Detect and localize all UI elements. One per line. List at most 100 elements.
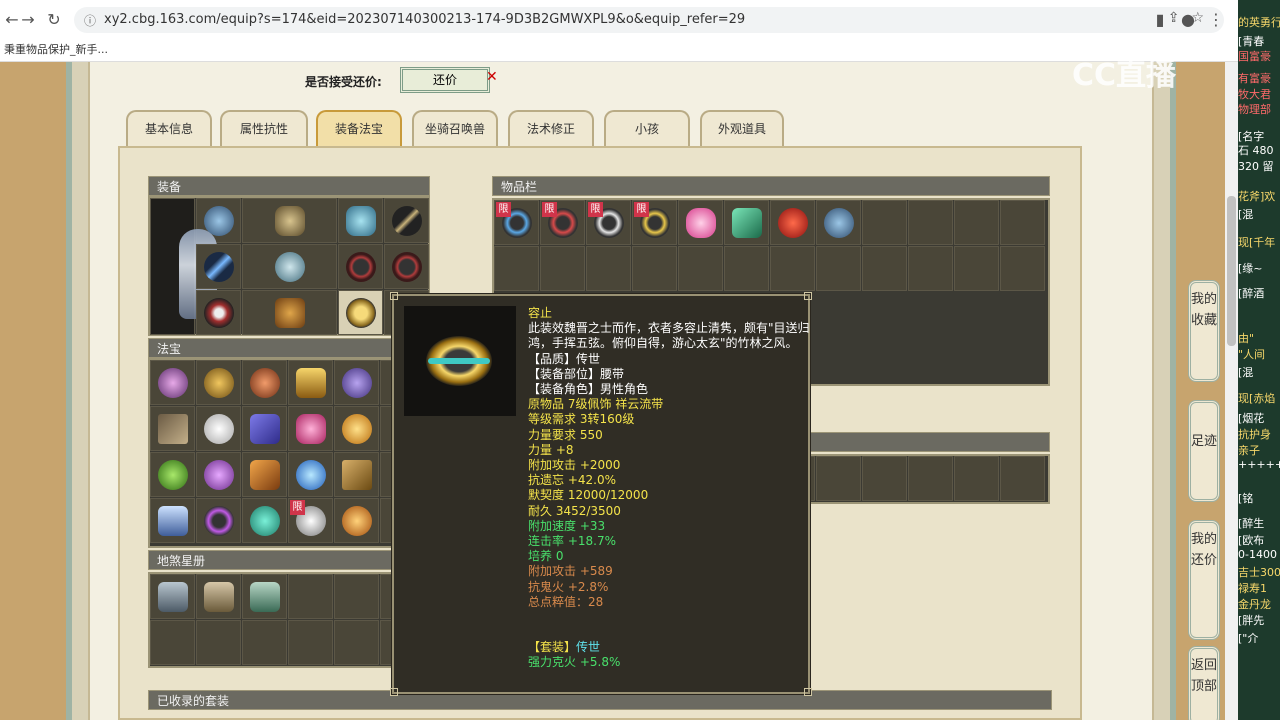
dishaxing-header: 地煞星册 [148,550,430,570]
fabao-item[interactable] [288,452,333,497]
item-anti-forget: 抗遗忘 +42.0% [528,473,616,488]
equip-slot-ring-2[interactable] [384,244,429,289]
inventory-slot-empty[interactable] [816,456,861,501]
close-icon[interactable]: ✕ [486,69,498,85]
fabao-item[interactable] [242,406,287,451]
star-card[interactable] [242,574,287,619]
inventory-slot-empty[interactable] [862,456,907,501]
tab-basic-info[interactable]: 基本信息 [126,110,212,146]
star-card-empty[interactable] [334,574,379,619]
equip-slot-mask[interactable] [338,198,383,243]
fabao-item[interactable] [196,360,241,405]
equip-slot-ring-1[interactable] [338,244,383,289]
inventory-slot-empty[interactable] [862,246,907,291]
inventory-slot-empty[interactable] [908,456,953,501]
forward-arrow-icon[interactable]: → [18,10,38,30]
inventory-slot-empty[interactable] [678,246,723,291]
back-to-top-button[interactable]: 返回顶部 [1188,646,1220,720]
inventory-slot-empty[interactable] [954,456,999,501]
tab-mounts-pets[interactable]: 坐骑召唤兽 [412,110,498,146]
my-bargains-button[interactable]: 我的还价 [1188,520,1220,640]
inventory-slot-empty[interactable] [816,246,861,291]
favorites-button[interactable]: 我的收藏 [1188,280,1220,382]
tab-equipment[interactable]: 装备法宝 [316,110,402,146]
fabao-item[interactable]: 限 [288,498,333,543]
inventory-slot-empty[interactable] [1000,246,1045,291]
tab-spell-modifiers[interactable]: 法术修正 [508,110,594,146]
bargain-button[interactable]: 还价 [400,67,490,93]
chat-line: "人间 [1238,348,1266,361]
star-card-empty[interactable] [334,620,379,665]
star-card[interactable] [196,574,241,619]
star-card-empty[interactable] [150,620,195,665]
equip-slot-belt[interactable] [338,290,383,335]
fabao-item[interactable] [242,452,287,497]
sidebar-toggle-icon[interactable]: ▮ [1150,10,1170,30]
star-card-empty[interactable] [288,574,333,619]
inventory-slot-empty[interactable] [862,200,907,245]
item-quality: 【品质】传世 [528,351,601,366]
inventory-slot-empty[interactable] [954,200,999,245]
fabao-item[interactable] [150,360,195,405]
site-info-icon[interactable]: ⓘ [84,12,96,29]
bookmark-label[interactable]: 秉重物品保护_新手... [4,43,108,56]
equip-slot-necklace[interactable] [242,198,337,243]
fabao-item[interactable] [150,452,195,497]
equip-slot-bow[interactable] [384,198,429,243]
inventory-item[interactable]: 限 [586,200,631,245]
address-bar[interactable]: ⓘ xy2.cbg.163.com/equip?s=174&eid=202307… [74,7,1224,33]
fabao-item[interactable] [196,452,241,497]
scrollbar-thumb[interactable] [1227,196,1236,346]
bookmark-item[interactable]: 秉重物品保护_新手... [0,40,1238,60]
fabao-item[interactable] [196,406,241,451]
fabao-item[interactable] [334,406,379,451]
tab-child[interactable]: 小孩 [604,110,690,146]
inventory-slot-empty[interactable] [770,246,815,291]
fabao-item[interactable] [334,452,379,497]
inventory-slot-empty[interactable] [632,246,677,291]
tab-appearance[interactable]: 外观道具 [700,110,784,146]
star-card[interactable] [150,574,195,619]
inventory-item[interactable]: 限 [632,200,677,245]
url-text[interactable]: xy2.cbg.163.com/equip?s=174&eid=20230714… [104,12,745,27]
fabao-item[interactable] [150,498,195,543]
fabao-item[interactable] [242,498,287,543]
reload-icon[interactable]: ↻ [44,10,64,30]
fabao-item[interactable] [288,406,333,451]
inventory-slot-empty[interactable] [908,200,953,245]
inventory-item[interactable]: 限 [540,200,585,245]
inventory-item[interactable] [770,200,815,245]
fabao-item[interactable] [196,498,241,543]
fabao-item[interactable] [242,360,287,405]
menu-icon[interactable]: ⋮ [1206,10,1226,30]
star-card-empty[interactable] [288,620,333,665]
fabao-item[interactable] [150,406,195,451]
inventory-item[interactable] [724,200,769,245]
equip-slot-ornament[interactable] [196,290,241,335]
profile-icon[interactable]: ● [1178,10,1198,30]
footprints-button[interactable]: 足迹 [1188,400,1220,502]
inventory-slot-empty[interactable] [954,246,999,291]
tab-attributes[interactable]: 属性抗性 [220,110,308,146]
equip-slot-weapon[interactable] [196,244,241,289]
inventory-slot-empty[interactable] [586,246,631,291]
chat-line: [烟花 [1238,412,1265,425]
inventory-slot-empty[interactable] [724,246,769,291]
fabao-item[interactable] [334,360,379,405]
star-card-empty[interactable] [196,620,241,665]
fabao-item[interactable] [288,360,333,405]
scrollbar-track[interactable] [1225,62,1238,720]
star-card-empty[interactable] [242,620,287,665]
fabao-item[interactable] [334,498,379,543]
set-label: 【套装】 [528,640,577,655]
inventory-slot-empty[interactable] [494,246,539,291]
inventory-slot-empty[interactable] [1000,200,1045,245]
inventory-slot-empty[interactable] [908,246,953,291]
equip-slot-armor[interactable] [242,244,337,289]
equip-slot-boots[interactable] [242,290,337,335]
inventory-item[interactable] [678,200,723,245]
inventory-slot-empty[interactable] [540,246,585,291]
inventory-item[interactable]: 限 [494,200,539,245]
inventory-item[interactable] [816,200,861,245]
inventory-slot-empty[interactable] [1000,456,1045,501]
